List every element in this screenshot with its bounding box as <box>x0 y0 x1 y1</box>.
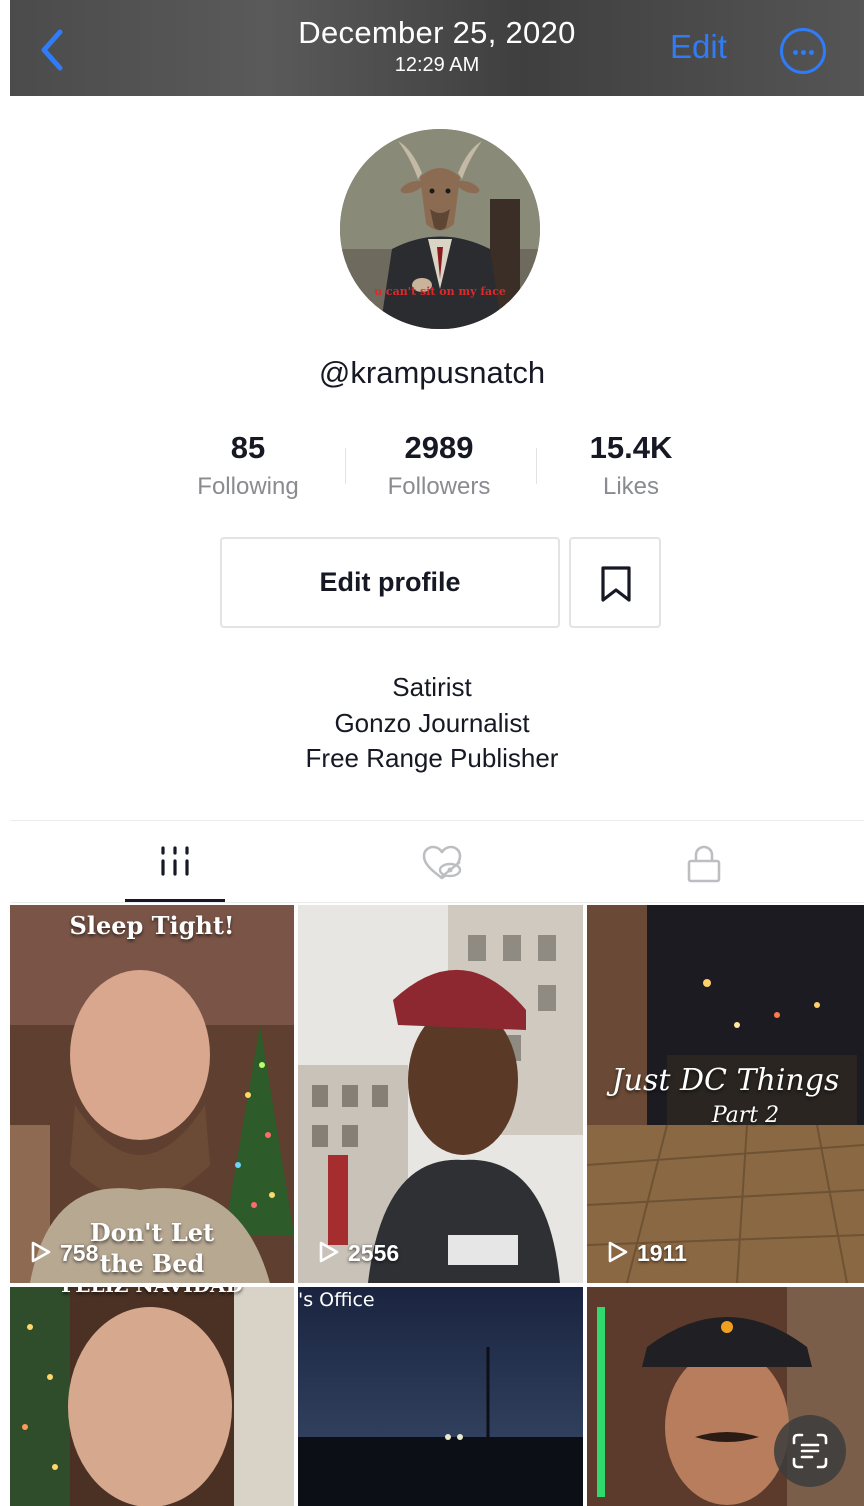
lock-icon <box>687 845 721 883</box>
more-options-button[interactable] <box>780 28 826 74</box>
likes-label: Likes <box>602 473 660 500</box>
play-count: 2556 <box>318 1240 399 1267</box>
avatar-image <box>340 129 540 329</box>
video-caption-top: Sleep Tight! <box>69 911 235 940</box>
video-thumbnail-image <box>298 1287 583 1506</box>
play-icon <box>608 1241 628 1263</box>
play-count-value: 2556 <box>348 1240 400 1266</box>
following-label: Following <box>197 473 299 500</box>
following-count: 85 <box>230 430 266 465</box>
chevron-left-icon <box>41 29 63 71</box>
text-scan-button[interactable] <box>774 1415 846 1487</box>
tabs-divider <box>10 820 864 821</box>
video-caption-subtitle: Part 2 <box>711 1103 780 1128</box>
date-time-block: December 25, 2020 12:29 AM <box>10 14 864 78</box>
video-grid: Sleep Tight! Don't Let the Bed Bugs Bite… <box>10 905 864 1506</box>
video-thumbnail[interactable]: Sleep Tight! Don't Let the Bed Bugs Bite… <box>10 905 294 1283</box>
username: @krampusnatch <box>318 355 546 390</box>
play-count-value: 758 <box>60 1240 99 1266</box>
bio-line: Free Range Publisher <box>305 743 559 773</box>
favorites-button[interactable] <box>569 537 661 628</box>
header-date: December 25, 2020 <box>298 15 576 50</box>
photo-header-bar: December 25, 2020 12:29 AM Edit <box>10 0 864 96</box>
liked-hidden-icon <box>422 845 462 880</box>
video-thumbnail[interactable]: 2556 <box>298 905 583 1283</box>
text-scan-icon <box>792 1433 828 1469</box>
bio-line: Gonzo Journalist <box>334 707 530 738</box>
tabs-divider <box>10 902 864 903</box>
bookmark-icon <box>601 566 631 602</box>
edit-profile-button[interactable]: Edit profile <box>220 537 560 628</box>
video-thumbnail[interactable]: Just DC Things Part 2 1911 <box>587 905 864 1283</box>
header-time: 12:29 AM <box>394 54 480 76</box>
video-thumbnail-image <box>10 1287 294 1506</box>
ellipsis-circle-icon <box>793 50 798 55</box>
video-caption-top: FELIZ NAVIDAD <box>10 1287 294 1297</box>
video-thumbnail[interactable]: 's Office <box>298 1287 583 1506</box>
play-count: 1911 <box>607 1240 687 1267</box>
video-caption-title: Just DC Things <box>611 1063 840 1098</box>
back-button[interactable] <box>34 26 74 74</box>
tab-private[interactable] <box>644 830 764 900</box>
video-caption-top: 's Office <box>298 1289 375 1311</box>
likes-count: 15.4K <box>589 430 673 465</box>
video-thumbnail-image <box>298 905 583 1283</box>
play-count-value: 1911 <box>637 1240 687 1266</box>
tab-videos[interactable] <box>115 830 235 900</box>
video-thumbnail[interactable]: FELIZ NAVIDAD <box>10 1287 294 1506</box>
play-icon <box>319 1241 339 1263</box>
avatar-caption: u can't sit on my face <box>374 285 506 298</box>
grid-icon <box>161 846 189 876</box>
bio-line: Satirist <box>392 672 472 702</box>
avatar[interactable]: u can't sit on my face <box>340 129 540 329</box>
tab-liked[interactable] <box>380 830 500 900</box>
stat-likes[interactable]: 15.4K Likes <box>536 428 726 504</box>
edit-button[interactable]: Edit <box>670 28 727 66</box>
play-count: 758 <box>30 1240 98 1267</box>
stat-followers[interactable]: 2989 Followers <box>344 428 534 504</box>
stat-following[interactable]: 85 Following <box>153 428 343 504</box>
followers-label: Followers <box>387 473 491 500</box>
play-icon <box>31 1241 51 1263</box>
bio: Satirist Gonzo Journalist Free Range Pub… <box>0 670 864 777</box>
followers-count: 2989 <box>404 430 474 465</box>
